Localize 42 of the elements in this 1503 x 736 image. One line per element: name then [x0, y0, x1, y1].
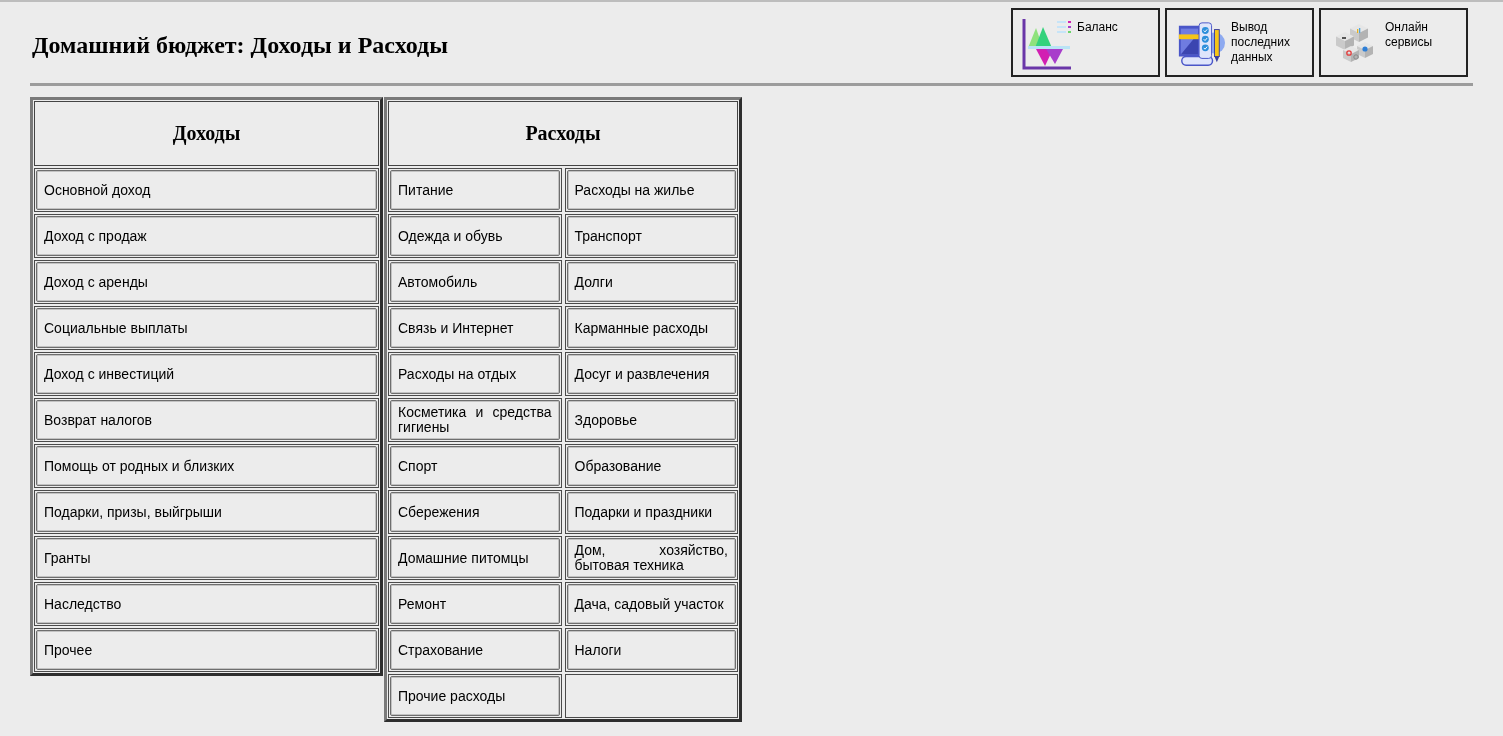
expenses-heading: Расходы	[525, 122, 601, 145]
expense-category-button[interactable]: Дом, хозяйство, бытовая техника	[566, 538, 736, 578]
expense-category-button[interactable]: Расходы на отдых	[390, 354, 560, 394]
expense-category-button[interactable]: Здоровье	[566, 400, 736, 440]
income-category-button[interactable]: Подарки, призы, выйгрыши	[36, 492, 377, 532]
expense-category-button[interactable]: Страхование	[390, 630, 560, 670]
income-category-button[interactable]: Доход с инвестиций	[36, 354, 377, 394]
expense-category-button[interactable]: Прочие расходы	[390, 676, 560, 716]
income-heading: Доходы	[172, 122, 241, 145]
expense-category-button[interactable]: Подарки и праздники	[566, 492, 736, 532]
expense-category-button[interactable]: Косметика и средства гигиены	[390, 400, 560, 440]
expense-category-button[interactable]: Карманные расходы	[566, 308, 736, 348]
page-title: Домашний бюджет: Доходы и Расходы	[32, 31, 448, 60]
income-category-button[interactable]: Социальные выплаты	[36, 308, 377, 348]
toolbar-button[interactable]: Вывод последних данных	[1165, 8, 1314, 77]
expense-category-button[interactable]: Связь и Интернет	[390, 308, 560, 348]
expense-category-button[interactable]: Дача, садовый участок	[566, 584, 736, 624]
income-category-button[interactable]: Доход с продаж	[36, 216, 377, 256]
income-category-button[interactable]: Прочее	[36, 630, 377, 670]
expense-category-button[interactable]: Сбережения	[390, 492, 560, 532]
expense-category-button[interactable]: Досуг и развлечения	[566, 354, 736, 394]
income-category-button[interactable]: Наследство	[36, 584, 377, 624]
income-category-button[interactable]: Помощь от родных и близких	[36, 446, 377, 486]
income-category-button[interactable]: Возврат налогов	[36, 400, 377, 440]
chart-icon	[1022, 18, 1072, 70]
income-category-button[interactable]: Доход с аренды	[36, 262, 377, 302]
income-category-button[interactable]: Основной доход	[36, 170, 377, 210]
expense-category-button[interactable]: Автомобиль	[390, 262, 560, 302]
expense-category-button[interactable]: Транспорт	[566, 216, 736, 256]
expense-category-button[interactable]: Спорт	[390, 446, 560, 486]
expense-category-button[interactable]: Долги	[566, 262, 736, 302]
toolbar-button[interactable]: Онлайн сервисы	[1319, 8, 1468, 77]
expense-category-button[interactable]: Налоги	[566, 630, 736, 670]
expense-category-button[interactable]: Домашние питомцы	[390, 538, 560, 578]
expense-category-button[interactable]: Расходы на жилье	[566, 170, 736, 210]
income-category-button[interactable]: Гранты	[36, 538, 377, 578]
expense-category-button[interactable]: Образование	[566, 446, 736, 486]
checklist-icon	[1176, 19, 1226, 69]
toolbar-button[interactable]: Баланс	[1011, 8, 1160, 77]
expense-category-button[interactable]: Питание	[390, 170, 560, 210]
expense-category-button[interactable]: Одежда и обувь	[390, 216, 560, 256]
expense-category-button[interactable]: Ремонт	[390, 584, 560, 624]
